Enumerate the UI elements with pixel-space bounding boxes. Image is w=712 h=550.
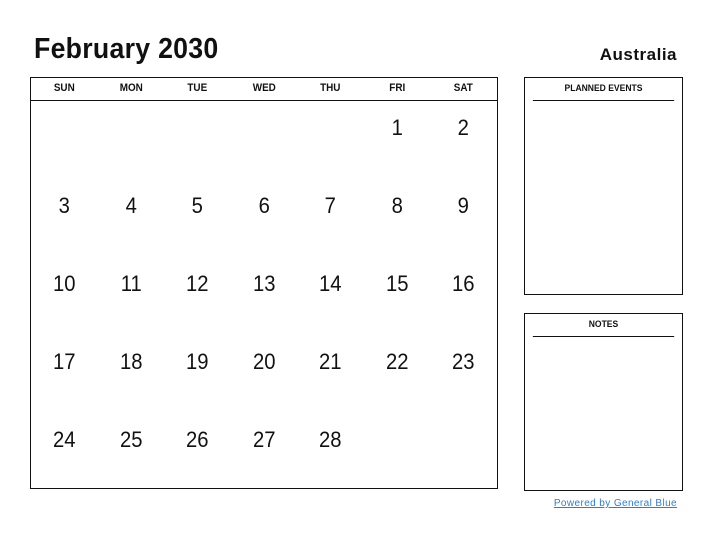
weekday-mon: MON [119,82,143,94]
empty-cell [367,413,428,491]
day-cell: 5 [191,193,204,218]
day-cell: 27 [252,427,276,452]
days-grid: 1 2 3 4 5 6 7 8 9 10 11 12 13 14 15 16 17 18 19 20 21 22 23 24 2… [31,101,497,491]
page-title: February 2030 [34,33,219,65]
day-cell: 10 [53,271,76,296]
day-cell: 12 [186,271,209,296]
day-cell: 13 [252,271,276,296]
day-cell: 16 [452,271,475,296]
day-cell: 6 [258,193,270,218]
weekday-fri: FRI [389,82,406,94]
empty-cell [300,101,361,179]
day-cell: 28 [319,427,342,452]
empty-cell [34,101,95,179]
calendar-grid: SUN MON TUE WED THU FRI SAT 1 2 3 4 5 6 7 8 9 10 1… [30,77,498,489]
day-cell: 4 [125,193,137,218]
day-cell: 15 [385,271,409,296]
day-cell: 14 [319,271,342,296]
powered-by-link[interactable]: Powered by General Blue [554,498,677,509]
notes-box: NOTES [524,313,683,491]
weekday-sun: SUN [53,82,75,94]
day-cell: 1 [391,115,403,140]
planned-events-label: PLANNED EVENTS [532,78,675,101]
day-cell: 23 [452,349,475,374]
planned-events-box: PLANNED EVENTS [524,77,683,295]
empty-cell [433,413,494,491]
day-cell: 19 [186,349,209,374]
day-cell: 11 [120,271,142,296]
day-cell: 26 [186,427,209,452]
day-cell: 3 [58,193,70,218]
weekday-header: SUN MON TUE WED THU FRI SAT [31,78,497,101]
empty-cell [233,101,294,179]
day-cell: 8 [391,193,403,218]
day-cell: 21 [319,349,342,374]
day-cell: 24 [53,427,76,452]
weekday-thu: THU [320,82,341,94]
day-cell: 20 [252,349,276,374]
country-label: Australia [599,45,677,64]
day-cell: 17 [53,349,76,374]
day-cell: 7 [324,193,337,218]
day-cell: 18 [119,349,143,374]
weekday-sat: SAT [454,82,474,94]
day-cell: 25 [119,427,143,452]
day-cell: 2 [458,115,470,140]
day-cell: 9 [458,193,470,218]
empty-cell [100,101,161,179]
notes-label: NOTES [532,314,675,337]
weekday-wed: WED [252,82,276,94]
empty-cell [167,101,228,179]
day-cell: 22 [385,349,409,374]
weekday-tue: TUE [187,82,208,94]
